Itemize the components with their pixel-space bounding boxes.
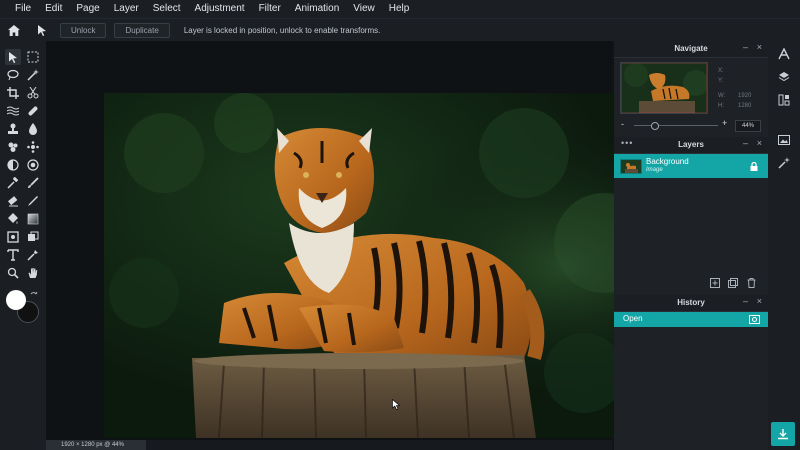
image-canvas[interactable] (104, 93, 647, 438)
primary-color-swatch[interactable] (6, 290, 26, 310)
navigate-panel-header: Navigate – × (614, 41, 768, 58)
close-icon[interactable]: × (757, 138, 762, 148)
new-layer-icon[interactable] (710, 278, 720, 288)
minimize-icon[interactable]: – (743, 138, 748, 148)
duplicate-layer-icon[interactable] (728, 278, 738, 288)
home-icon[interactable] (7, 23, 21, 37)
menu-bar: File Edit Page Layer Select Adjustment F… (0, 0, 800, 18)
layer-type: Image (646, 167, 663, 173)
delete-layer-icon[interactable] (747, 278, 756, 288)
duplicate-button[interactable]: Duplicate (114, 22, 170, 38)
text-tool-icon[interactable] (5, 247, 21, 263)
layers-panel: ••• Layers – × Background Image (614, 137, 768, 295)
scissors-icon[interactable] (25, 85, 41, 101)
x-label: X: (718, 68, 724, 74)
h-label: H: (718, 103, 724, 109)
blur-tool-icon[interactable] (25, 121, 41, 137)
layers-panel-header: ••• Layers – × (614, 137, 768, 154)
tools-panel (0, 41, 46, 450)
image-info-icon[interactable] (777, 133, 791, 147)
eyedropper-icon[interactable] (5, 175, 21, 191)
menu-help[interactable]: Help (382, 0, 417, 18)
right-sidebar (768, 41, 800, 450)
history-panel: History – × Open (614, 295, 768, 450)
navigator-thumbnail[interactable] (620, 62, 708, 114)
sponge-tool-icon[interactable] (5, 139, 21, 155)
zoom-in-button[interactable]: + (722, 118, 727, 128)
eraser-tool-icon[interactable] (5, 193, 21, 209)
menu-file[interactable]: File (0, 0, 38, 18)
zoom-controls: - + 44% (614, 118, 768, 132)
color-picker-pen-icon[interactable] (25, 247, 41, 263)
magic-effects-icon[interactable] (777, 156, 791, 170)
clone-pattern-icon[interactable] (25, 139, 41, 155)
lock-icon[interactable] (750, 162, 758, 171)
select-tool-icon[interactable] (5, 49, 21, 65)
move-tool-icon[interactable] (35, 23, 49, 37)
marquee-tool-icon[interactable] (25, 49, 41, 65)
paint-bucket-icon[interactable] (5, 211, 21, 227)
tiger-photo (104, 93, 647, 438)
canvas-area[interactable] (46, 41, 647, 450)
magic-wand-icon[interactable] (25, 67, 41, 83)
zoom-input[interactable]: 44% (735, 120, 761, 132)
y-label: Y: (718, 78, 724, 84)
gradient-tool-icon[interactable] (25, 211, 41, 227)
download-icon (778, 429, 788, 440)
menu-edit[interactable]: Edit (38, 0, 69, 18)
lasso-tool-icon[interactable] (5, 67, 21, 83)
minimize-icon[interactable]: – (743, 42, 748, 52)
crop-tool-icon[interactable] (5, 85, 21, 101)
mouse-cursor-icon (392, 399, 401, 410)
menu-view[interactable]: View (346, 0, 382, 18)
w-label: W: (718, 93, 726, 99)
close-icon[interactable]: × (757, 296, 762, 306)
menu-select[interactable]: Select (146, 0, 188, 18)
history-item[interactable]: Open (614, 312, 768, 327)
history-panel-header: History – × (614, 295, 768, 312)
h-value: 1280 (738, 103, 752, 109)
layer-thumbnail (620, 159, 642, 174)
menu-animation[interactable]: Animation (288, 0, 346, 18)
options-bar: Unlock Duplicate Layer is locked in posi… (0, 18, 800, 41)
brush-tool-icon[interactable] (25, 175, 41, 191)
red-eye-icon[interactable] (25, 157, 41, 173)
menu-filter[interactable]: Filter (252, 0, 288, 18)
status-bar: 1920 × 1280 px @ 44% (46, 440, 612, 450)
history-item-label: Open (623, 314, 643, 323)
w-value: 1920 (738, 93, 752, 99)
frame-tool-icon[interactable] (5, 229, 21, 245)
dodge-burn-icon[interactable] (5, 157, 21, 173)
navigate-panel: Navigate – × X: Y: W: 1920 H: 1280 - + 4… (614, 41, 768, 137)
adjustments-panel-icon[interactable] (777, 93, 791, 107)
stamp-tool-icon[interactable] (5, 121, 21, 137)
color-swatches (6, 290, 39, 323)
snapshot-icon[interactable] (749, 315, 760, 324)
download-button[interactable] (771, 422, 795, 446)
hand-tool-icon[interactable] (25, 265, 41, 281)
zoom-out-button[interactable]: - (621, 119, 624, 129)
healing-brush-icon[interactable] (25, 103, 41, 119)
menu-adjustment[interactable]: Adjustment (188, 0, 252, 18)
lock-message: Layer is locked in position, unlock to e… (183, 25, 381, 35)
swap-colors-icon[interactable] (30, 291, 38, 299)
zoom-tool-icon[interactable] (5, 265, 21, 281)
pencil-tool-icon[interactable] (25, 193, 41, 209)
menu-page[interactable]: Page (69, 0, 106, 18)
zoom-slider-track[interactable] (634, 125, 718, 126)
layers-panel-icon[interactable] (777, 70, 791, 84)
layer-name: Background (646, 157, 689, 166)
character-panel-icon[interactable] (777, 47, 791, 61)
minimize-icon[interactable]: – (743, 296, 748, 306)
liquify-tool-icon[interactable] (5, 103, 21, 119)
close-icon[interactable]: × (757, 42, 762, 52)
zoom-slider-handle[interactable] (651, 122, 659, 130)
shape-tool-icon[interactable] (25, 229, 41, 245)
menu-layer[interactable]: Layer (107, 0, 146, 18)
layer-item[interactable]: Background Image (614, 154, 768, 178)
document-info: 1920 × 1280 px @ 44% (46, 440, 146, 450)
unlock-button[interactable]: Unlock (60, 22, 107, 38)
